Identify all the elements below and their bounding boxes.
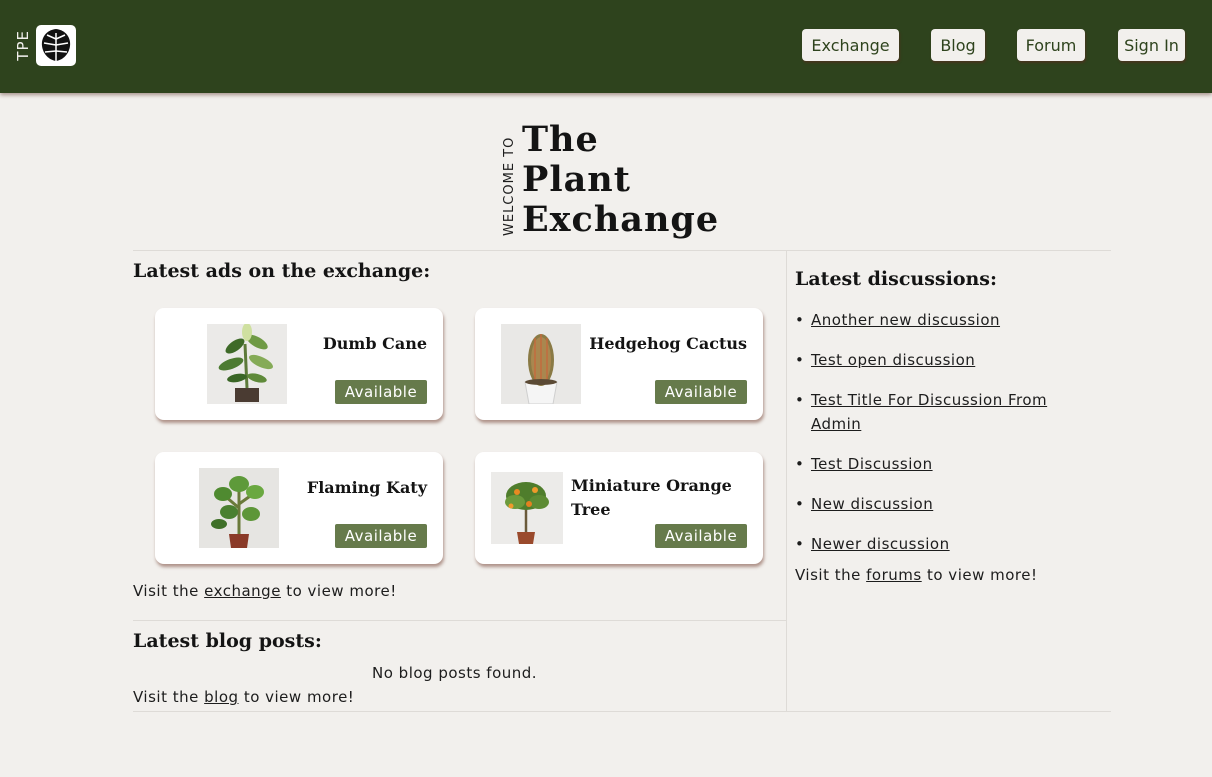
dumb-cane-plant-photo xyxy=(207,324,287,404)
forums-more-suffix: to view more! xyxy=(926,566,1038,584)
hero-title-line-2: Plant xyxy=(522,159,631,200)
hedgehog-cactus-photo xyxy=(501,324,581,404)
ad-name: Flaming Katy xyxy=(306,478,427,497)
hero-title-line-1: The xyxy=(522,119,599,160)
ad-name: Miniature Orange Tree xyxy=(571,476,732,519)
discussion-link[interactable]: Another new discussion xyxy=(811,311,1000,329)
ad-card-dumb-cane[interactable]: Dumb Cane Available xyxy=(155,308,443,420)
discussion-link[interactable]: Test open discussion xyxy=(811,351,975,369)
list-item: Test Title For Discussion From Admin xyxy=(795,388,1095,436)
list-item: Test Discussion xyxy=(795,452,1095,476)
availability-badge: Available xyxy=(335,380,427,404)
blog-link[interactable]: blog xyxy=(204,688,238,706)
miniature-orange-tree-photo xyxy=(491,472,563,544)
ad-card-flaming-katy[interactable]: Flaming Katy Available xyxy=(155,452,443,564)
discussion-list: Another new discussion Test open discuss… xyxy=(795,308,1095,572)
main-nav: Exchange Blog Forum Sign In xyxy=(0,29,1212,61)
sign-in-button[interactable]: Sign In xyxy=(1118,29,1185,61)
divider-vertical xyxy=(786,251,787,711)
hero-title-line-3: Exchange xyxy=(522,199,720,240)
discussion-link[interactable]: Newer discussion xyxy=(811,535,950,553)
ad-card-miniature-orange-tree[interactable]: Miniature Orange Tree Available xyxy=(475,452,763,564)
hero-title: The Plant Exchange xyxy=(522,120,719,240)
blog-more-suffix: to view more! xyxy=(243,688,355,706)
list-item: Another new discussion xyxy=(795,308,1095,332)
hero-welcome-text: WELCOME TO xyxy=(502,136,517,236)
exchange-link[interactable]: exchange xyxy=(204,582,281,600)
availability-badge: Available xyxy=(655,380,747,404)
no-blog-posts-text: No blog posts found. xyxy=(372,664,538,682)
top-navbar: TPE Exchange Blog Forum Sign In xyxy=(0,0,1212,93)
ad-card-hedgehog-cactus[interactable]: Hedgehog Cactus Available xyxy=(475,308,763,420)
exchange-more-text: Visit the exchange to view more! xyxy=(133,582,397,600)
forums-link[interactable]: forums xyxy=(866,566,922,584)
list-item: Newer discussion xyxy=(795,532,1095,556)
discussion-link[interactable]: New discussion xyxy=(811,495,933,513)
divider-middle xyxy=(133,620,786,621)
blog-more-prefix: Visit the xyxy=(133,688,199,706)
latest-ads-heading: Latest ads on the exchange: xyxy=(133,260,431,282)
exchange-more-prefix: Visit the xyxy=(133,582,199,600)
blog-more-text: Visit the blog to view more! xyxy=(133,688,354,706)
divider-bottom xyxy=(133,711,1111,712)
discussion-link[interactable]: Test Title For Discussion From Admin xyxy=(811,391,1047,433)
nav-exchange-button[interactable]: Exchange xyxy=(802,29,899,61)
forums-more-text: Visit the forums to view more! xyxy=(795,566,1038,584)
nav-blog-button[interactable]: Blog xyxy=(931,29,985,61)
list-item: New discussion xyxy=(795,492,1095,516)
exchange-more-suffix: to view more! xyxy=(286,582,397,600)
flaming-katy-plant-photo xyxy=(199,468,279,548)
availability-badge: Available xyxy=(335,524,427,548)
latest-blog-heading: Latest blog posts: xyxy=(133,630,322,652)
discussion-link[interactable]: Test Discussion xyxy=(811,455,933,473)
availability-badge: Available xyxy=(655,524,747,548)
nav-forum-button[interactable]: Forum xyxy=(1017,29,1085,61)
forums-more-prefix: Visit the xyxy=(795,566,861,584)
hero-title-block: WELCOME TO The Plant Exchange xyxy=(502,120,732,245)
list-item: Test open discussion xyxy=(795,348,1095,372)
ad-name: Hedgehog Cactus xyxy=(589,334,747,353)
latest-discussions-heading: Latest discussions: xyxy=(795,268,998,290)
divider-top xyxy=(133,250,1111,251)
ad-name: Dumb Cane xyxy=(322,334,427,353)
